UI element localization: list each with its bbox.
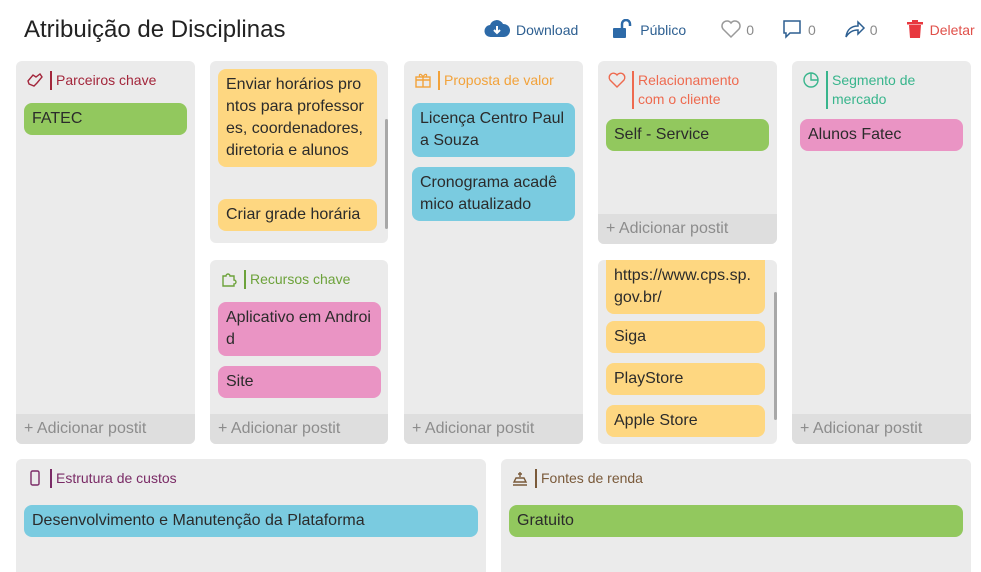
download-label: Download <box>516 22 579 38</box>
panel-relacionamento: Relacionamento com o cliente Self - Serv… <box>598 61 777 244</box>
scrollbar[interactable] <box>774 292 777 420</box>
postit[interactable]: Desenvolvimento e Manutenção da Platafor… <box>24 505 478 537</box>
panel-title: Proposta de valor <box>414 71 554 90</box>
panel-canais: https://www.cps.sp.gov.br/ Siga PlayStor… <box>598 260 777 444</box>
panel-parceiros-chave: Parceiros chave FATEC + Adicionar postit <box>16 61 195 444</box>
scrollbar[interactable] <box>385 119 388 229</box>
postit[interactable]: Site <box>218 366 381 398</box>
heart-icon <box>720 19 742 42</box>
share-icon <box>844 19 866 42</box>
panel-title-text: Fontes de renda <box>541 470 643 486</box>
add-postit-button[interactable]: + Adicionar postit <box>16 414 195 444</box>
postit[interactable]: Criar grade horária <box>218 199 377 231</box>
share-count: 0 <box>869 22 878 38</box>
postit[interactable]: Apple Store <box>606 405 765 437</box>
panel-title: Segmento de mercado <box>802 71 932 109</box>
puzzle-icon <box>220 270 238 288</box>
page-title: Atribuição de Disciplinas <box>24 16 286 43</box>
postit[interactable]: https://www.cps.sp.gov.br/ <box>606 260 765 314</box>
panel-title: Fontes de renda <box>511 469 643 488</box>
panel-title-text: Parceiros chave <box>56 72 157 88</box>
title-divider <box>535 469 537 488</box>
add-postit-button[interactable]: + Adicionar postit <box>210 414 388 444</box>
postit[interactable]: Self - Service <box>606 119 769 151</box>
public-label: Público <box>640 22 687 38</box>
download-button[interactable]: Download <box>484 19 579 41</box>
title-divider <box>50 71 52 90</box>
title-divider <box>632 71 634 109</box>
panel-title-text: Proposta de valor <box>444 72 554 88</box>
money-icon <box>511 469 529 487</box>
toolbar: Download Público 0 0 0 Deletar <box>484 18 975 42</box>
gift-icon <box>414 71 432 89</box>
panel-title: Recursos chave <box>220 270 350 289</box>
like-count: 0 <box>746 22 754 38</box>
postit[interactable]: FATEC <box>24 103 187 135</box>
panel-title-text: Segmento de mercado <box>832 72 916 107</box>
title-divider <box>244 270 246 289</box>
header: Atribuição de Disciplinas Download Públi… <box>0 0 981 60</box>
title-divider <box>50 469 52 488</box>
panel-title-text: Estrutura de custos <box>56 470 177 486</box>
unlock-icon <box>612 18 634 42</box>
phone-icon <box>26 469 44 487</box>
cloud-download-icon <box>484 19 511 41</box>
comment-button[interactable]: 0 <box>782 19 816 42</box>
add-postit-button[interactable]: + Adicionar postit <box>598 214 777 244</box>
pie-chart-icon <box>802 71 820 89</box>
title-divider <box>438 71 440 90</box>
add-postit-button[interactable]: + Adicionar postit <box>792 414 971 444</box>
share-button[interactable]: 0 <box>844 19 878 42</box>
postit[interactable]: Siga <box>606 321 765 353</box>
panel-title: Estrutura de custos <box>26 469 177 488</box>
trash-icon <box>906 19 924 42</box>
postit[interactable]: Licença Centro Paula Souza <box>412 103 575 157</box>
title-divider <box>826 71 828 109</box>
postit[interactable]: Alunos Fatec <box>800 119 963 151</box>
comment-count: 0 <box>807 22 816 38</box>
delete-label: Deletar <box>929 22 975 38</box>
heart-outline-icon <box>608 71 626 89</box>
postit[interactable]: Cronograma acadêmico atualizado <box>412 167 575 221</box>
panel-recursos-chave: Recursos chave Aplicativo em Android Sit… <box>210 260 388 444</box>
panel-title-text: Recursos chave <box>250 271 351 287</box>
postit[interactable]: Aplicativo em Android <box>218 302 381 356</box>
panel-atividades-chave: Enviar horários prontos para professores… <box>210 61 388 243</box>
panel-proposta-de-valor: Proposta de valor Licença Centro Paula S… <box>404 61 583 444</box>
postit[interactable]: Gratuito <box>509 505 963 537</box>
add-postit-button[interactable]: + Adicionar postit <box>404 414 583 444</box>
public-toggle[interactable]: Público <box>612 18 687 42</box>
like-button[interactable]: 0 <box>720 19 754 42</box>
panel-fontes-de-renda: Fontes de renda Gratuito <box>501 459 971 572</box>
postit[interactable]: PlayStore <box>606 363 765 395</box>
panel-title-text: Relacionamento com o cliente <box>638 72 740 107</box>
handshake-icon <box>26 71 44 89</box>
panel-title: Relacionamento com o cliente <box>608 71 768 109</box>
postit[interactable]: Enviar horários prontos para professores… <box>218 69 377 167</box>
comment-icon <box>782 19 802 42</box>
panel-title: Parceiros chave <box>26 71 156 90</box>
panel-estrutura-de-custos: Estrutura de custos Desenvolvimento e Ma… <box>16 459 486 572</box>
panel-segmento-de-mercado: Segmento de mercado Alunos Fatec + Adici… <box>792 61 971 444</box>
delete-button[interactable]: Deletar <box>906 19 975 42</box>
